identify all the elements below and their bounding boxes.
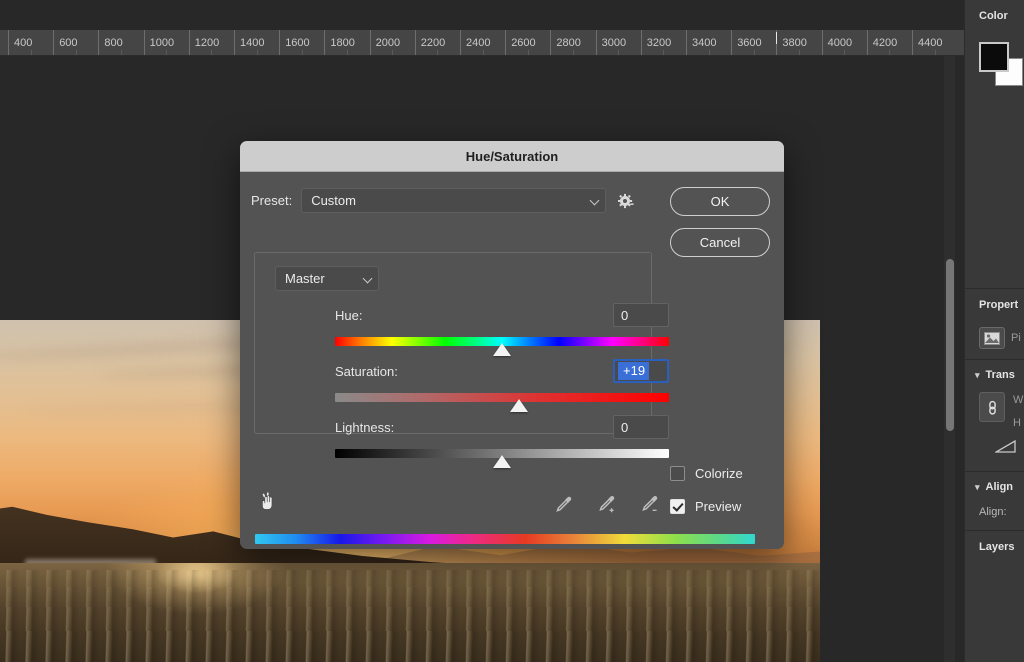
- chevron-down-icon: ▾: [975, 482, 980, 493]
- align-row-label: Align:: [965, 502, 1024, 530]
- transform-section-header[interactable]: ▾ Trans: [965, 360, 1024, 390]
- lightness-value-field[interactable]: 0: [613, 415, 669, 439]
- saturation-label: Saturation:: [335, 364, 398, 379]
- saturation-value: +19: [618, 362, 649, 380]
- layers-panel-title[interactable]: Layers: [965, 531, 1024, 563]
- layers-panel: Layers: [965, 531, 1024, 563]
- color-swatches[interactable]: [965, 32, 1024, 98]
- preset-select[interactable]: Custom: [301, 188, 606, 213]
- dialog-title: Hue/Saturation: [240, 141, 784, 172]
- align-title: Align: [986, 481, 1014, 493]
- water-texture: [0, 631, 820, 662]
- lightness-label: Lightness:: [335, 420, 394, 435]
- properties-panel: Propert Pi: [965, 289, 1024, 359]
- eyedropper-icon[interactable]: [552, 494, 574, 516]
- hue-slider-block: Hue: 0: [335, 302, 669, 346]
- channel-select[interactable]: Master: [275, 266, 379, 291]
- saturation-slider-track[interactable]: [335, 393, 669, 402]
- hue-header: Hue: 0: [335, 302, 669, 328]
- lightness-slider-track[interactable]: [335, 449, 669, 458]
- ruler-cursor-marker: [776, 32, 777, 44]
- width-height-labels: W H: [1013, 392, 1023, 429]
- height-label: H: [1013, 417, 1023, 429]
- water-texture: [0, 587, 820, 608]
- transform-section: ▾ Trans W H: [965, 360, 1024, 471]
- saturation-slider-thumb[interactable]: [510, 399, 528, 412]
- triangle-skew-icon: [995, 439, 1019, 454]
- chevron-down-icon: [590, 195, 600, 205]
- preview-checkbox[interactable]: [670, 499, 685, 514]
- preset-value: Custom: [311, 193, 356, 208]
- eyedropper-subtract-icon[interactable]: [638, 494, 660, 516]
- canvas-vertical-scrollbar[interactable]: [944, 56, 955, 662]
- properties-thumbnail-row: Pi: [965, 321, 1024, 359]
- hue-slider-thumb[interactable]: [493, 343, 511, 356]
- saturation-slider-block: Saturation: +19: [335, 358, 669, 402]
- horizontal-ruler[interactable]: 4006008001000120014001600180020002200240…: [0, 30, 964, 56]
- saturation-value-field[interactable]: +19: [613, 359, 669, 383]
- hue-slider-track[interactable]: [335, 337, 669, 346]
- cancel-button[interactable]: Cancel: [670, 228, 770, 257]
- lightness-slider-thumb[interactable]: [493, 455, 511, 468]
- hue-saturation-dialog: Hue/Saturation Preset: Custom: [240, 141, 784, 549]
- width-label: W: [1013, 394, 1023, 406]
- channel-value: Master: [285, 271, 325, 286]
- eyedropper-add-icon[interactable]: [595, 494, 617, 516]
- preview-checkbox-row[interactable]: Preview: [670, 499, 741, 514]
- foreground-color-swatch[interactable]: [979, 42, 1009, 72]
- canvas-topbar: [0, 0, 964, 30]
- properties-panel-title[interactable]: Propert: [965, 289, 1024, 321]
- link-dimensions-icon[interactable]: [979, 392, 1005, 422]
- hue-value-field[interactable]: 0: [613, 303, 669, 327]
- eyedropper-tool-group: [552, 494, 660, 516]
- ok-button[interactable]: OK: [670, 187, 770, 216]
- align-section-header[interactable]: ▾ Align: [965, 472, 1024, 502]
- water-texture: [0, 607, 820, 631]
- photoshop-window: 4006008001000120014001600180020002200240…: [0, 0, 1024, 662]
- on-image-adjustment-icon[interactable]: [258, 490, 284, 516]
- saturation-header: Saturation: +19: [335, 358, 669, 384]
- ruler-tick: 400: [8, 30, 32, 56]
- skew-icon-row[interactable]: [965, 429, 1024, 471]
- transform-title: Trans: [986, 369, 1015, 381]
- color-panel-body: [965, 98, 1024, 288]
- colorize-label: Colorize: [695, 466, 743, 481]
- scrollbar-thumb[interactable]: [946, 259, 954, 431]
- ruler-tick: 600: [53, 30, 77, 56]
- properties-subtitle: Pi: [1011, 332, 1021, 344]
- right-panel-dock: Color Propert Pi: [964, 0, 1024, 662]
- hue-label: Hue:: [335, 308, 362, 323]
- lightness-slider-block: Lightness: 0: [335, 414, 669, 458]
- hue-value: 0: [621, 308, 628, 323]
- lightness-header: Lightness: 0: [335, 414, 669, 440]
- image-thumbnail-icon: [979, 327, 1005, 349]
- dialog-body: Preset: Custom: [240, 172, 784, 549]
- hue-reference-bars: [255, 534, 755, 549]
- chevron-down-icon: [363, 273, 373, 283]
- gear-icon[interactable]: [615, 190, 637, 212]
- ruler-tick: 800: [98, 30, 122, 56]
- color-panel: Color: [965, 0, 1024, 98]
- colorize-checkbox[interactable]: [670, 466, 685, 481]
- transform-fields-row: W H: [965, 390, 1024, 429]
- source-hue-bar: [255, 534, 755, 544]
- chevron-down-icon: ▾: [975, 370, 980, 381]
- align-section: ▾ Align Align:: [965, 472, 1024, 530]
- preview-label: Preview: [695, 499, 741, 514]
- colorize-checkbox-row[interactable]: Colorize: [670, 466, 743, 481]
- water-texture: [0, 570, 820, 587]
- lightness-value: 0: [621, 420, 628, 435]
- preset-label: Preset:: [251, 193, 292, 208]
- color-panel-title[interactable]: Color: [965, 0, 1024, 32]
